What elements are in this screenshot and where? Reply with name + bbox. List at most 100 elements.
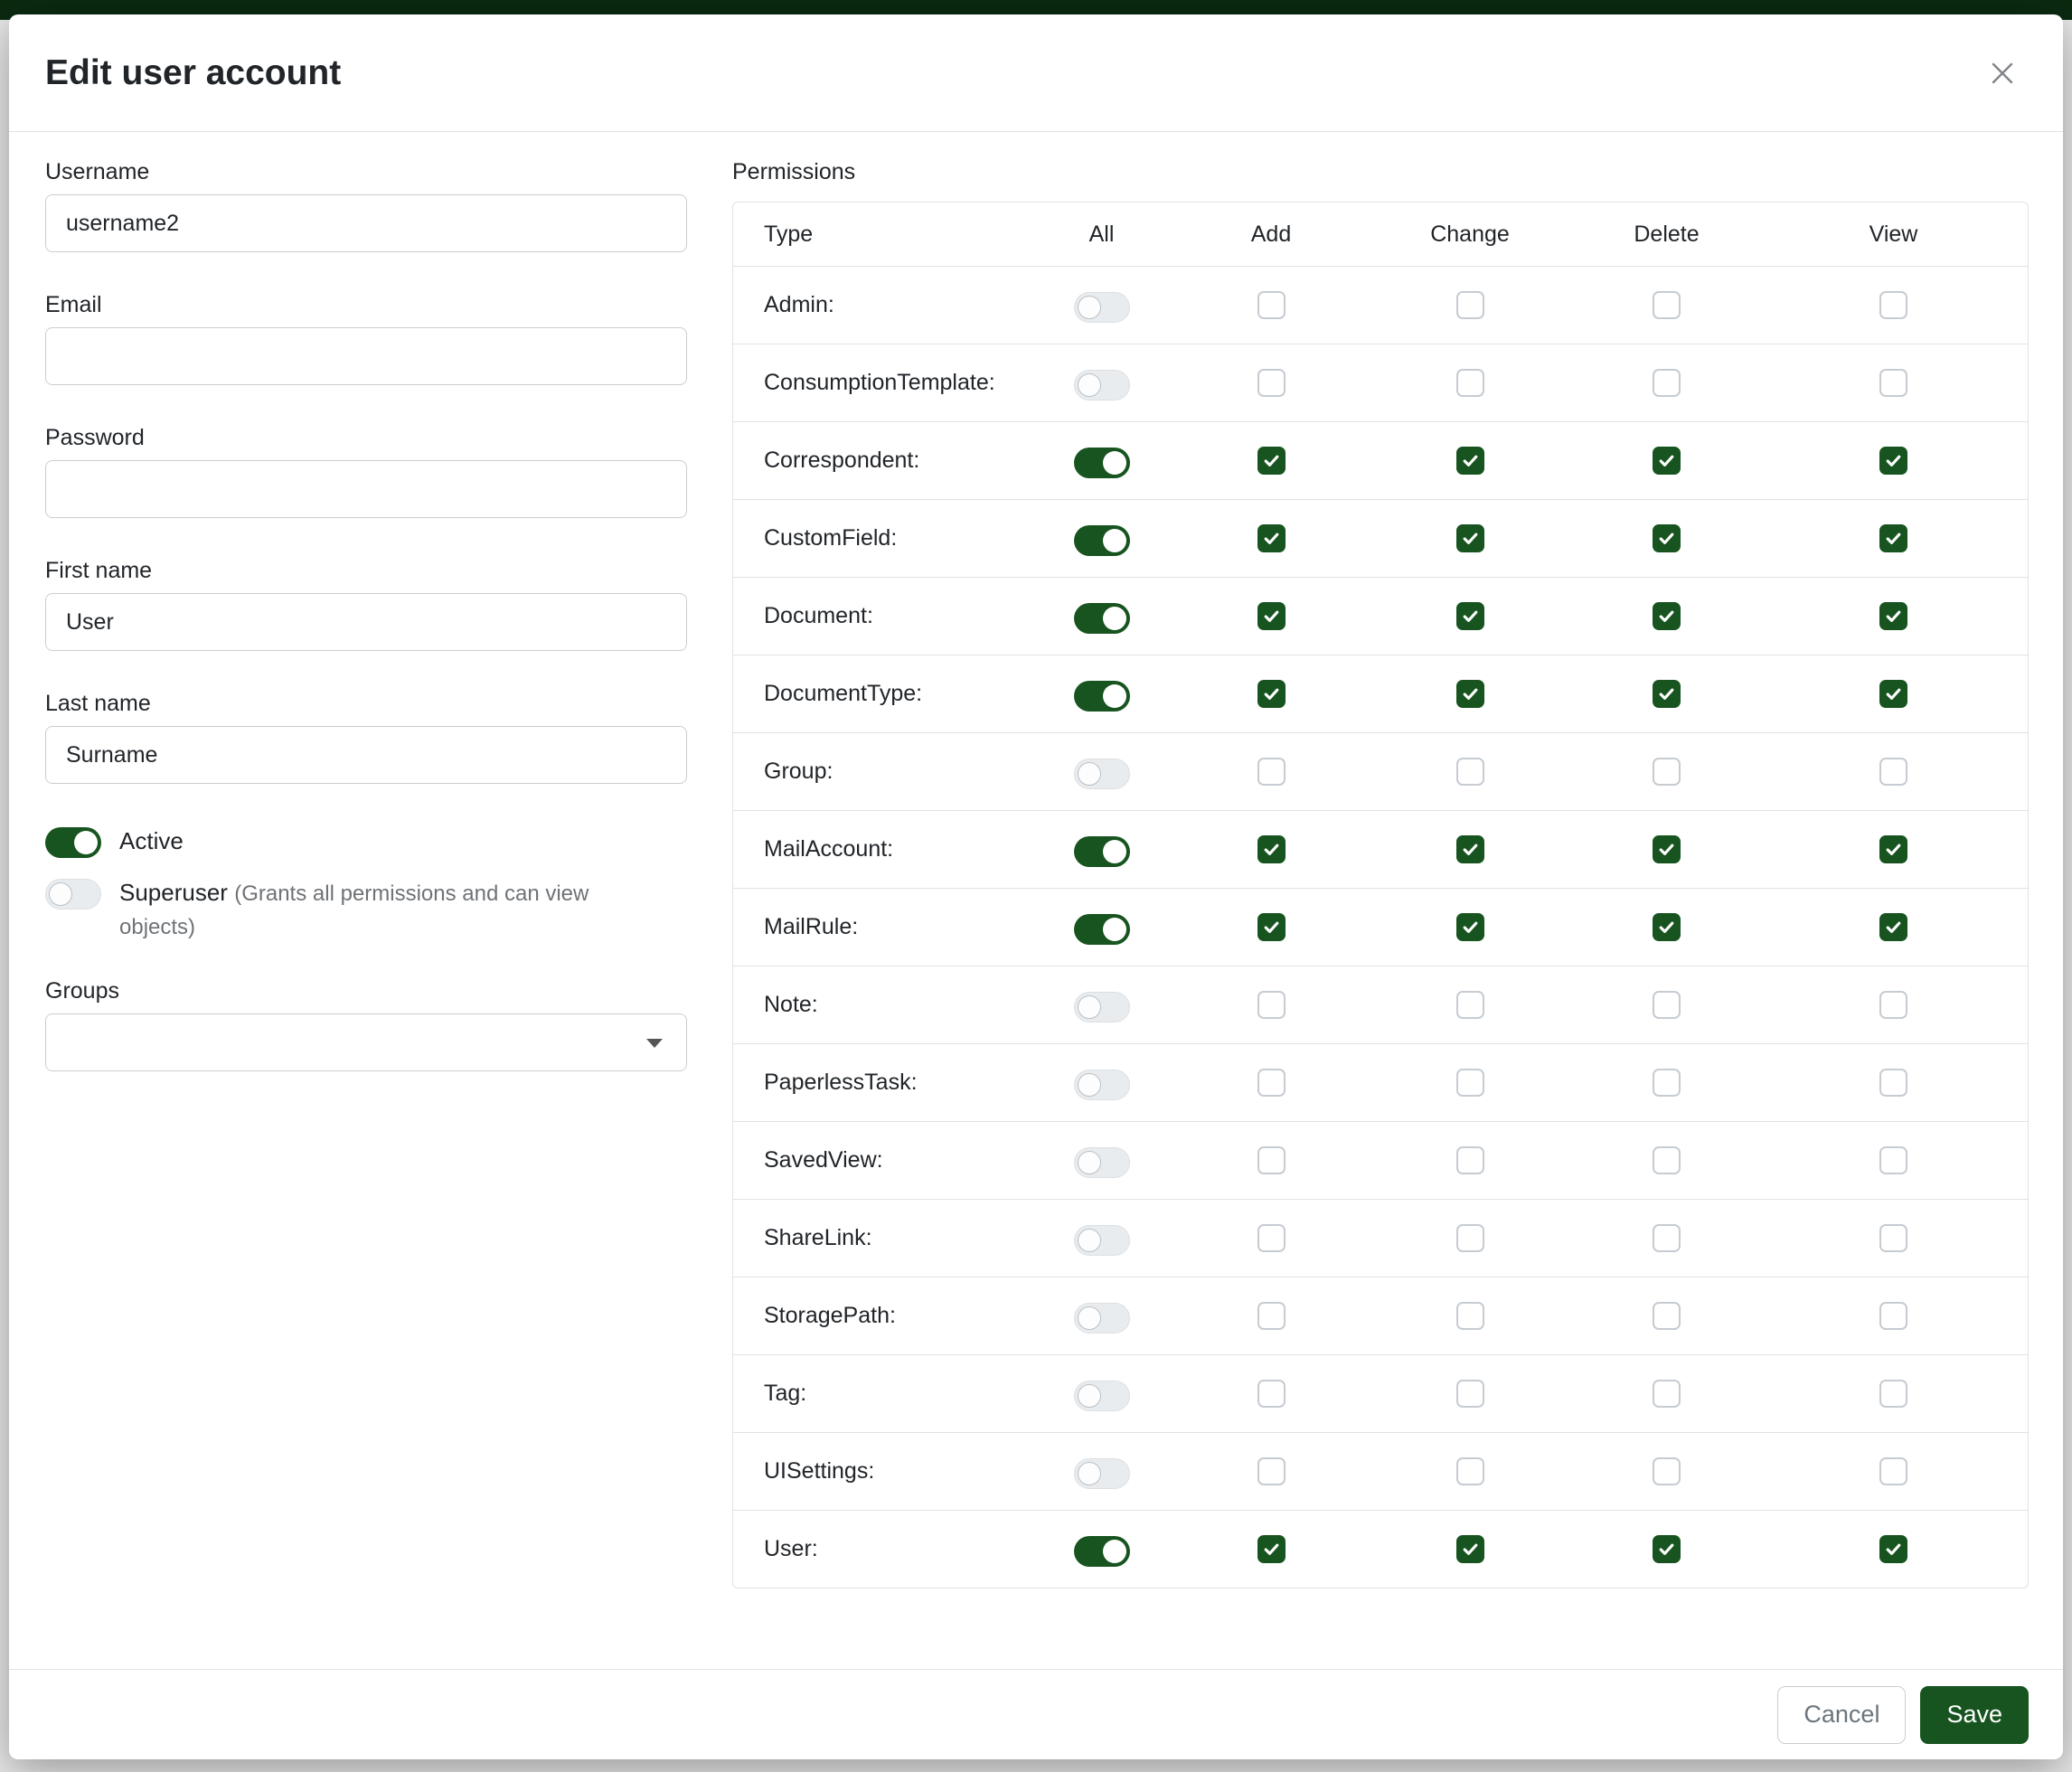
all-toggle[interactable] (1074, 1070, 1130, 1100)
add-checkbox[interactable] (1257, 447, 1286, 475)
change-checkbox[interactable] (1456, 369, 1484, 397)
view-checkbox[interactable] (1879, 680, 1907, 708)
change-checkbox[interactable] (1456, 1146, 1484, 1174)
all-toggle[interactable] (1074, 1147, 1130, 1178)
all-toggle[interactable] (1074, 681, 1130, 712)
email-field[interactable] (45, 327, 687, 385)
view-checkbox[interactable] (1879, 1224, 1907, 1252)
save-button[interactable]: Save (1920, 1686, 2029, 1744)
change-cell (1366, 1380, 1574, 1408)
all-toggle[interactable] (1074, 1536, 1130, 1567)
password-field[interactable] (45, 460, 687, 518)
delete-checkbox[interactable] (1653, 758, 1681, 786)
all-toggle[interactable] (1074, 914, 1130, 945)
groups-select[interactable] (45, 1013, 687, 1071)
all-toggle[interactable] (1074, 1225, 1130, 1256)
view-checkbox[interactable] (1879, 1457, 1907, 1485)
add-checkbox[interactable] (1257, 758, 1286, 786)
view-checkbox[interactable] (1879, 758, 1907, 786)
add-checkbox[interactable] (1257, 1069, 1286, 1097)
all-toggle[interactable] (1074, 370, 1130, 401)
add-checkbox[interactable] (1257, 991, 1286, 1019)
add-checkbox[interactable] (1257, 369, 1286, 397)
first-name-field[interactable] (45, 593, 687, 651)
change-checkbox[interactable] (1456, 602, 1484, 630)
view-checkbox[interactable] (1879, 447, 1907, 475)
delete-checkbox[interactable] (1653, 447, 1681, 475)
all-toggle[interactable] (1074, 836, 1130, 867)
delete-checkbox[interactable] (1653, 1224, 1681, 1252)
add-checkbox[interactable] (1257, 1535, 1286, 1563)
add-checkbox[interactable] (1257, 602, 1286, 630)
change-checkbox[interactable] (1456, 1380, 1484, 1408)
delete-checkbox[interactable] (1653, 524, 1681, 552)
add-checkbox[interactable] (1257, 291, 1286, 319)
delete-checkbox[interactable] (1653, 291, 1681, 319)
view-cell (1759, 369, 2028, 397)
change-checkbox[interactable] (1456, 1457, 1484, 1485)
delete-checkbox[interactable] (1653, 369, 1681, 397)
add-checkbox[interactable] (1257, 1146, 1286, 1174)
view-checkbox[interactable] (1879, 1380, 1907, 1408)
add-checkbox[interactable] (1257, 1224, 1286, 1252)
change-checkbox[interactable] (1456, 1535, 1484, 1563)
change-checkbox[interactable] (1456, 680, 1484, 708)
delete-checkbox[interactable] (1653, 1380, 1681, 1408)
view-checkbox[interactable] (1879, 1069, 1907, 1097)
change-checkbox[interactable] (1456, 991, 1484, 1019)
username-input[interactable] (45, 194, 687, 252)
change-checkbox[interactable] (1456, 835, 1484, 863)
view-checkbox[interactable] (1879, 835, 1907, 863)
active-toggle[interactable] (45, 827, 101, 858)
add-checkbox[interactable] (1257, 524, 1286, 552)
delete-checkbox[interactable] (1653, 1457, 1681, 1485)
all-toggle[interactable] (1074, 1458, 1130, 1489)
all-toggle[interactable] (1074, 1381, 1130, 1411)
delete-checkbox[interactable] (1653, 1302, 1681, 1330)
all-toggle[interactable] (1074, 603, 1130, 634)
add-checkbox[interactable] (1257, 913, 1286, 941)
add-checkbox[interactable] (1257, 1380, 1286, 1408)
change-checkbox[interactable] (1456, 1224, 1484, 1252)
check-icon (1262, 529, 1281, 548)
view-checkbox[interactable] (1879, 524, 1907, 552)
delete-checkbox[interactable] (1653, 680, 1681, 708)
view-checkbox[interactable] (1879, 1146, 1907, 1174)
delete-checkbox[interactable] (1653, 1146, 1681, 1174)
delete-checkbox[interactable] (1653, 1535, 1681, 1563)
delete-checkbox[interactable] (1653, 1069, 1681, 1097)
add-checkbox[interactable] (1257, 680, 1286, 708)
all-toggle[interactable] (1074, 992, 1130, 1023)
change-checkbox[interactable] (1456, 758, 1484, 786)
delete-checkbox[interactable] (1653, 835, 1681, 863)
permissions-table: Type All Add Change Delete View Admin:Co… (732, 202, 2029, 1588)
last-name-field[interactable] (45, 726, 687, 784)
delete-checkbox[interactable] (1653, 602, 1681, 630)
change-checkbox[interactable] (1456, 291, 1484, 319)
view-checkbox[interactable] (1879, 291, 1907, 319)
add-checkbox[interactable] (1257, 1457, 1286, 1485)
cancel-button[interactable]: Cancel (1777, 1686, 1906, 1744)
view-checkbox[interactable] (1879, 913, 1907, 941)
delete-checkbox[interactable] (1653, 913, 1681, 941)
all-toggle[interactable] (1074, 292, 1130, 323)
delete-checkbox[interactable] (1653, 991, 1681, 1019)
view-checkbox[interactable] (1879, 602, 1907, 630)
change-checkbox[interactable] (1456, 447, 1484, 475)
add-checkbox[interactable] (1257, 1302, 1286, 1330)
change-checkbox[interactable] (1456, 524, 1484, 552)
superuser-toggle[interactable] (45, 879, 101, 910)
all-toggle[interactable] (1074, 1303, 1130, 1334)
all-toggle[interactable] (1074, 525, 1130, 556)
view-checkbox[interactable] (1879, 1535, 1907, 1563)
all-toggle[interactable] (1074, 448, 1130, 478)
view-checkbox[interactable] (1879, 1302, 1907, 1330)
add-checkbox[interactable] (1257, 835, 1286, 863)
change-checkbox[interactable] (1456, 1069, 1484, 1097)
view-checkbox[interactable] (1879, 369, 1907, 397)
view-checkbox[interactable] (1879, 991, 1907, 1019)
all-toggle[interactable] (1074, 759, 1130, 789)
change-checkbox[interactable] (1456, 913, 1484, 941)
change-checkbox[interactable] (1456, 1302, 1484, 1330)
close-icon[interactable] (1982, 52, 2023, 94)
